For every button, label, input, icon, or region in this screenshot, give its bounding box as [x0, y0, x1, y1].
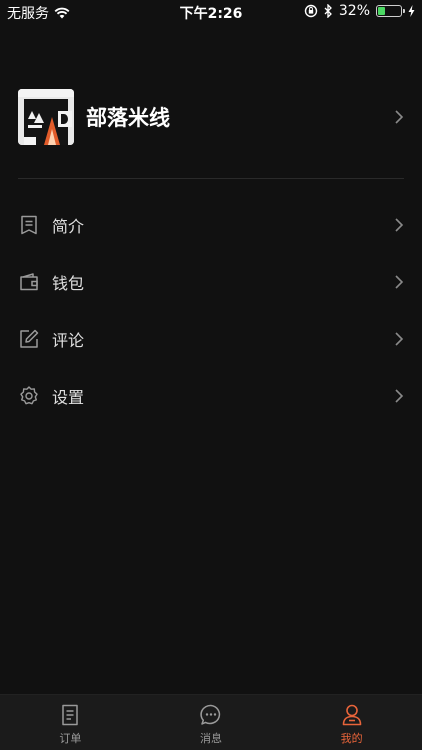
menu-item-label: 评论 — [52, 330, 85, 350]
charging-icon — [408, 5, 415, 17]
tab-bar: 订单 消息 我的 — [0, 694, 422, 750]
tab-label: 消息 — [200, 732, 222, 745]
settings-menu: 简介 钱包 评论 设置 — [0, 196, 422, 424]
chevron-right-icon — [395, 110, 404, 124]
profile-row[interactable]: 部落米线 — [18, 88, 404, 146]
avatar[interactable] — [18, 89, 74, 145]
chevron-right-icon — [395, 274, 404, 289]
status-bar: 无服务 下午2:26 32% — [0, 0, 422, 24]
menu-item-label: 简介 — [52, 216, 85, 236]
chevron-right-icon — [395, 217, 404, 232]
battery-percent: 32% — [338, 3, 370, 19]
tab-label: 我的 — [340, 732, 363, 745]
bluetooth-icon — [324, 4, 332, 18]
menu-item-settings[interactable]: 设置 — [0, 367, 422, 424]
status-right: 32% — [304, 3, 415, 19]
order-icon — [62, 704, 79, 726]
tab-messages[interactable]: 消息 — [141, 695, 282, 750]
menu-item-label: 设置 — [52, 387, 85, 407]
menu-item-wallet[interactable]: 钱包 — [0, 253, 422, 310]
chevron-right-icon — [395, 331, 404, 346]
profile-name: 部落米线 — [86, 106, 170, 130]
message-icon — [200, 704, 221, 725]
gear-icon — [20, 385, 38, 404]
avatar-image — [18, 89, 74, 145]
orientation-lock-icon — [304, 4, 318, 18]
menu-item-label: 钱包 — [52, 273, 85, 293]
bookmark-note-icon — [21, 215, 37, 234]
edit-icon — [20, 329, 39, 348]
tab-orders[interactable]: 订单 — [0, 695, 141, 750]
menu-item-comments[interactable]: 评论 — [0, 310, 422, 367]
wallet-icon — [20, 272, 38, 290]
divider — [18, 178, 404, 179]
menu-item-intro[interactable]: 简介 — [0, 196, 422, 253]
tab-label: 订单 — [59, 732, 82, 745]
profile-icon — [342, 704, 361, 726]
tab-mine[interactable]: 我的 — [281, 695, 422, 750]
battery-fill — [378, 7, 385, 15]
chevron-right-icon — [395, 388, 404, 403]
battery-icon — [376, 5, 405, 17]
